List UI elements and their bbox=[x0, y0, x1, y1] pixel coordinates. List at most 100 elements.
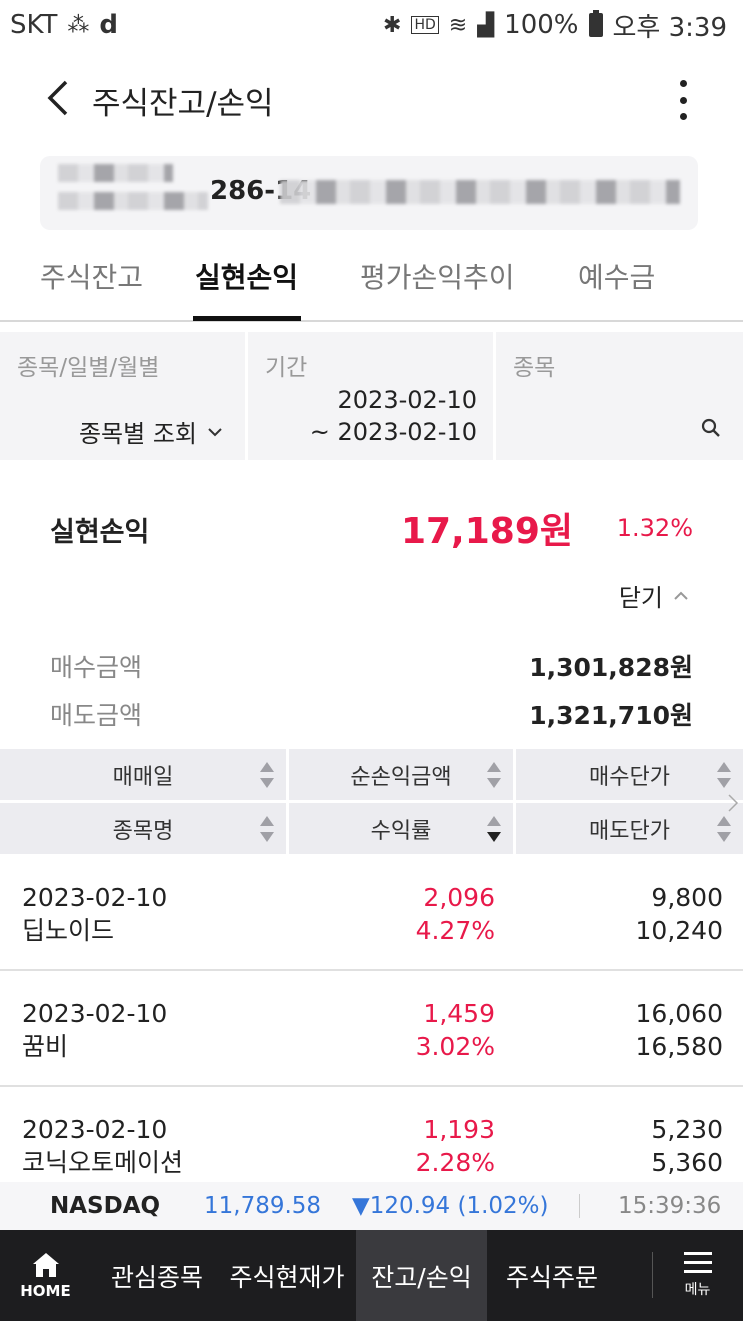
sort-icon bbox=[717, 762, 731, 788]
status-bar: SKT ⁂ d ✱ HD ≋ ▟ 100% 오후 3:39 bbox=[0, 0, 743, 50]
realized-pnl-value: 17,189원 bbox=[400, 511, 573, 552]
column-header-trade-date[interactable]: 매매일 bbox=[0, 749, 286, 800]
column-header-buy-price[interactable]: 매수단가 bbox=[516, 749, 743, 800]
realized-pnl-rate: 1.32% bbox=[616, 514, 693, 542]
collapse-label: 닫기 bbox=[618, 584, 663, 612]
hd-voice-icon: HD bbox=[411, 16, 439, 34]
period-to: ~ 2023-02-10 bbox=[309, 418, 477, 446]
status-left: SKT ⁂ d bbox=[10, 10, 118, 40]
net-profit: 1,193 bbox=[423, 1115, 495, 1144]
wifi-icon: ≋ bbox=[448, 12, 468, 38]
filter-period[interactable]: 기간 2023-02-10 ~ 2023-02-10 bbox=[248, 332, 493, 460]
chevron-up-icon bbox=[674, 591, 688, 600]
buy-amount-value: 1,301,828원 bbox=[529, 653, 693, 682]
buy-price: 5,230 bbox=[651, 1115, 723, 1144]
buy-price: 9,800 bbox=[651, 883, 723, 912]
nav-item-watchlist[interactable]: 관심종목 bbox=[98, 1230, 216, 1321]
sell-price: 16,580 bbox=[635, 1032, 723, 1061]
account-selector[interactable]: 286-14 bbox=[40, 156, 698, 230]
more-vertical-icon[interactable] bbox=[663, 78, 703, 122]
chevron-right-icon[interactable] bbox=[727, 793, 739, 813]
net-profit: 2,096 bbox=[423, 883, 495, 912]
carrier-extra-label: d bbox=[99, 10, 119, 40]
sort-icon bbox=[487, 762, 501, 788]
carrier-label: SKT bbox=[10, 10, 58, 40]
column-header-sell-price[interactable]: 매도단가 bbox=[516, 803, 743, 854]
active-tab-indicator bbox=[193, 316, 301, 321]
trade-date: 2023-02-10 bbox=[22, 883, 168, 912]
bluetooth-icon: ✱ bbox=[383, 12, 402, 38]
sell-amount-label: 매도금액 bbox=[50, 701, 143, 730]
filter-stock[interactable]: 종목 bbox=[496, 332, 743, 460]
sort-icon bbox=[717, 816, 731, 842]
nav-item-balance-pnl[interactable]: 잔고/손익 bbox=[356, 1230, 487, 1321]
page-title: 주식잔고/손익 bbox=[92, 86, 274, 122]
column-header-label: 매도단가 bbox=[589, 818, 670, 844]
nav-item-current-price[interactable]: 주식현재가 bbox=[218, 1230, 356, 1321]
realized-pnl-label: 실현손익 bbox=[50, 517, 150, 548]
account-mask bbox=[280, 180, 680, 204]
sort-icon bbox=[260, 762, 274, 788]
column-header-return-rate[interactable]: 수익률 bbox=[289, 803, 513, 854]
nav-home-button[interactable]: HOME bbox=[0, 1230, 91, 1321]
stock-name: 코닉오토메이션 bbox=[22, 1148, 184, 1177]
account-mask bbox=[58, 164, 173, 182]
column-header-stock-name[interactable]: 종목명 bbox=[0, 803, 286, 854]
bottom-nav: HOME 관심종목 주식현재가 잔고/손익 주식주문 메뉴 bbox=[0, 1230, 743, 1321]
battery-percent: 100% bbox=[504, 10, 579, 40]
account-mask bbox=[58, 192, 208, 210]
return-rate: 2.28% bbox=[415, 1148, 495, 1177]
filter-type-value: 종목별 조회 bbox=[78, 420, 197, 448]
column-header-net-profit[interactable]: 순손익금액 bbox=[289, 749, 513, 800]
tab-stock-balance[interactable]: 주식잔고 bbox=[40, 256, 143, 296]
battery-icon bbox=[588, 10, 603, 37]
sort-icon bbox=[260, 816, 274, 842]
buy-amount-label: 매수금액 bbox=[50, 653, 143, 682]
carrier-logo-icon: ⁂ bbox=[67, 12, 90, 38]
nav-menu-button[interactable]: 메뉴 bbox=[652, 1230, 743, 1321]
tab-realized-pnl[interactable]: 실현손익 bbox=[195, 256, 298, 296]
table-header-row: 매매일 순손익금액 매수단가 bbox=[0, 749, 743, 800]
tab-deposit[interactable]: 예수금 bbox=[578, 256, 655, 296]
filter-type-select[interactable]: 종목별 조회 bbox=[79, 414, 223, 449]
search-icon[interactable] bbox=[701, 418, 721, 438]
buy-amount-row: 매수금액 1,301,828원 bbox=[50, 648, 693, 684]
column-header-label: 수익률 bbox=[370, 818, 432, 844]
nav-menu-label: 메뉴 bbox=[684, 1282, 711, 1298]
home-icon bbox=[32, 1252, 59, 1277]
table-header: 매매일 순손익금액 매수단가 종목명 수익률 매도단가 bbox=[0, 749, 743, 855]
sell-amount-value: 1,321,710원 bbox=[529, 701, 693, 730]
net-profit: 1,459 bbox=[423, 999, 495, 1028]
return-rate: 3.02% bbox=[415, 1032, 495, 1061]
collapse-button[interactable]: 닫기 bbox=[619, 578, 689, 613]
filter-type-label: 종목/일별/월별 bbox=[17, 355, 160, 381]
tab-valuation-trend[interactable]: 평가손익추이 bbox=[360, 256, 515, 296]
filter-type[interactable]: 종목/일별/월별 종목별 조회 bbox=[0, 332, 245, 460]
nav-item-order[interactable]: 주식주문 bbox=[490, 1230, 614, 1321]
table-row[interactable]: 2023-02-10 꿈비 1,459 3.02% 16,060 16,580 bbox=[0, 971, 743, 1087]
filter-period-label: 기간 bbox=[265, 355, 308, 381]
filter-bar: 종목/일별/월별 종목별 조회 기간 2023-02-10 ~ 2023-02-… bbox=[0, 332, 743, 460]
column-header-label: 매매일 bbox=[112, 764, 174, 790]
stock-name: 딥노이드 bbox=[22, 916, 115, 945]
tab-bar: 주식잔고 실현손익 평가손익추이 예수금 bbox=[0, 240, 743, 322]
sell-price: 5,360 bbox=[651, 1148, 723, 1177]
filter-stock-label: 종목 bbox=[513, 355, 556, 381]
hamburger-icon bbox=[683, 1252, 712, 1273]
buy-price: 16,060 bbox=[635, 999, 723, 1028]
nav-home-label: HOME bbox=[20, 1281, 71, 1300]
ticker-value: 11,789.58 bbox=[204, 1193, 322, 1219]
column-header-label: 순손익금액 bbox=[350, 764, 452, 790]
table-row[interactable]: 2023-02-10 딥노이드 2,096 4.27% 9,800 10,240 bbox=[0, 855, 743, 971]
status-right: ✱ HD ≋ ▟ 100% 오후 3:39 bbox=[383, 7, 727, 44]
period-from: 2023-02-10 bbox=[337, 386, 477, 414]
clock: 오후 3:39 bbox=[612, 12, 728, 43]
ticker-time: 15:39:36 bbox=[618, 1193, 722, 1219]
column-header-label: 매수단가 bbox=[589, 764, 670, 790]
chevron-left-icon[interactable] bbox=[40, 78, 80, 118]
index-ticker[interactable]: NASDAQ 11,789.58 ▼120.94 (1.02%) 15:39:3… bbox=[0, 1182, 743, 1230]
stock-name: 꿈비 bbox=[22, 1032, 69, 1061]
app-header: 주식잔고/손익 bbox=[0, 58, 743, 138]
ticker-divider bbox=[579, 1194, 580, 1218]
trade-list: 2023-02-10 딥노이드 2,096 4.27% 9,800 10,240 20… bbox=[0, 855, 743, 1203]
